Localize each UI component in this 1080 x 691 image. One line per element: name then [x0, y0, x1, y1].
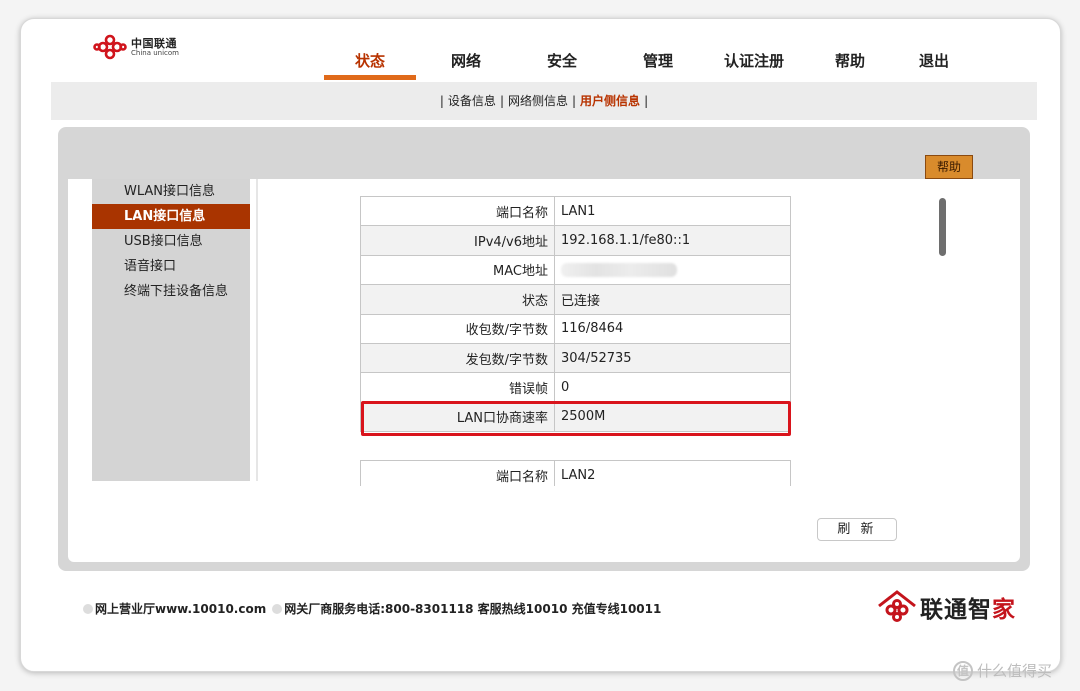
table-row: 收包数/字节数 116/8464 — [360, 313, 791, 344]
row-value: 192.168.1.1/fe80::1 — [554, 225, 791, 256]
unicom-smart-home-logo: 联通智家 — [876, 588, 1016, 626]
sidebar-item-usb[interactable]: USB接口信息 — [92, 229, 250, 254]
sidebar: WLAN接口信息 LAN接口信息 USB接口信息 语音接口 终端下挂设备信息 — [92, 179, 250, 481]
table-row: IPv4/v6地址 192.168.1.1/fe80::1 — [360, 225, 791, 256]
table-row: LAN口协商速率 2500M — [360, 401, 791, 433]
sidebar-item-lan[interactable]: LAN接口信息 — [92, 204, 250, 229]
row-label: LAN口协商速率 — [360, 401, 555, 433]
row-label: 状态 — [360, 284, 555, 315]
blurred-mac — [561, 262, 677, 277]
row-label: 错误帧 — [360, 372, 555, 403]
table-row: 发包数/字节数 304/52735 — [360, 342, 791, 374]
lan1-table: 端口名称 LAN1 IPv4/v6地址 192.168.1.1/fe80::1 … — [360, 196, 791, 433]
row-value: LAN1 — [554, 196, 791, 227]
row-value: 2500M — [554, 401, 791, 433]
divider — [256, 179, 258, 481]
bullet-icon — [272, 603, 283, 614]
refresh-button[interactable]: 刷 新 — [817, 518, 897, 541]
subnav-device-info[interactable]: 设备信息 — [448, 94, 496, 108]
subnav-separator: | — [572, 94, 577, 108]
row-label: 收包数/字节数 — [360, 313, 555, 344]
sidebar-item-wlan[interactable]: WLAN接口信息 — [92, 179, 250, 204]
row-label: 发包数/字节数 — [360, 342, 555, 374]
row-label: 端口名称 — [360, 196, 555, 227]
watermark: 值 什么值得买 — [953, 660, 1052, 681]
watermark-text: 什么值得买 — [977, 662, 1053, 680]
row-value: 已连接 — [554, 284, 791, 315]
subnav-user-side-info[interactable]: 用户侧信息 — [580, 94, 640, 108]
subnav-network-side-info[interactable]: 网络侧信息 — [508, 94, 568, 108]
logo-chinese-text: 中国联通 — [131, 36, 177, 50]
nav-security[interactable]: 安全 — [516, 46, 608, 80]
row-label: MAC地址 — [360, 254, 555, 286]
table-row: 状态 已连接 — [360, 284, 791, 315]
china-unicom-logo: 中国联通 China unicom — [93, 34, 179, 60]
brand-text: 联通智家 — [920, 590, 1016, 624]
brand-text-part1: 联通智 — [920, 597, 992, 623]
sub-navigation: | 设备信息 | 网络侧信息 | 用户侧信息 | — [51, 82, 1037, 120]
footer: 网上营业厅www.10010.com 网关厂商服务电话:800-8301118 … — [83, 600, 661, 617]
nav-auth-register[interactable]: 认证注册 — [708, 46, 800, 80]
sidebar-item-devices[interactable]: 终端下挂设备信息 — [92, 279, 250, 304]
lan2-table: 端口名称 LAN2 — [360, 460, 791, 486]
footer-portal: 网上营业厅www.10010.com — [95, 602, 267, 616]
table-row: 错误帧 0 — [360, 372, 791, 403]
logo-english-text: China unicom — [131, 48, 179, 57]
subnav-separator: | — [499, 94, 504, 108]
nav-management[interactable]: 管理 — [608, 46, 708, 80]
row-value: LAN2 — [554, 460, 791, 486]
nav-logout[interactable]: 退出 — [900, 46, 968, 80]
mac-value-blurred — [554, 254, 791, 286]
table-row: 端口名称 LAN2 — [360, 460, 791, 486]
unicom-knot-icon — [93, 34, 127, 60]
row-value: 304/52735 — [554, 342, 791, 374]
top-navigation: 状态 网络 安全 管理 认证注册 帮助 退出 — [324, 46, 968, 80]
subnav-separator: | — [644, 94, 649, 108]
nav-status[interactable]: 状态 — [324, 46, 416, 80]
house-knot-icon — [878, 590, 916, 622]
scrollbar-thumb[interactable] — [939, 198, 946, 256]
sidebar-item-voice[interactable]: 语音接口 — [92, 254, 250, 279]
zhi-icon: 值 — [953, 660, 973, 681]
bullet-icon — [83, 603, 93, 614]
nav-network[interactable]: 网络 — [416, 46, 516, 80]
table-row: MAC地址 — [360, 254, 791, 286]
row-label: 端口名称 — [360, 460, 555, 486]
row-value: 116/8464 — [554, 313, 791, 344]
row-label: IPv4/v6地址 — [360, 225, 555, 256]
brand-text-part2: 家 — [992, 597, 1016, 623]
nav-help[interactable]: 帮助 — [800, 46, 900, 80]
help-button[interactable]: 帮助 — [925, 155, 973, 179]
footer-hotline: 网关厂商服务电话:800-8301118 客服热线10010 充值专线10011 — [284, 602, 662, 616]
subnav-separator: | — [439, 94, 444, 108]
table-row: 端口名称 LAN1 — [360, 196, 791, 227]
lan-info-scroll-area[interactable]: 端口名称 LAN1 IPv4/v6地址 192.168.1.1/fe80::1 … — [360, 196, 791, 486]
row-value: 0 — [554, 372, 791, 403]
